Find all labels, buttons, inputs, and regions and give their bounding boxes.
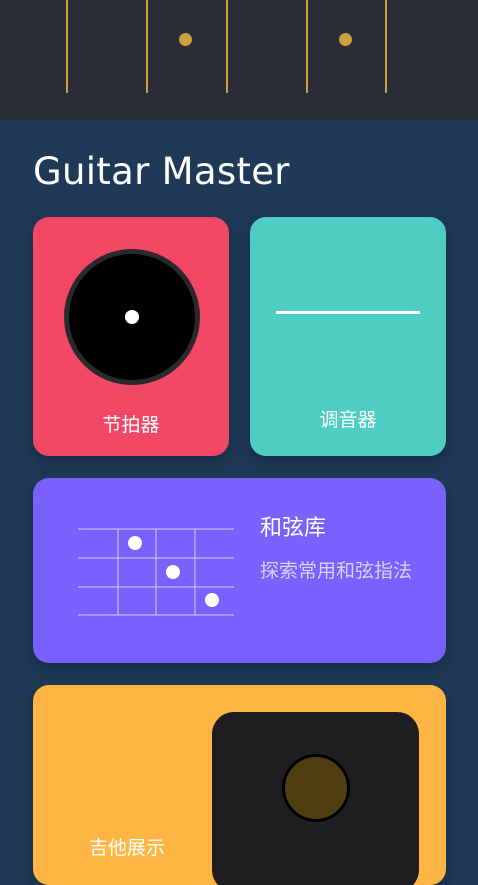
metronome-indicator-dot	[125, 310, 139, 324]
tuner-label: 调音器	[319, 409, 377, 431]
metronome-card[interactable]: 节拍器	[33, 217, 229, 456]
guitar-showcase-label: 吉他展示	[89, 837, 166, 859]
fret-line	[306, 0, 308, 93]
tuner-line-icon	[276, 311, 420, 314]
metronome-label: 节拍器	[102, 414, 160, 436]
guitar-showcase-card[interactable]: 吉他展示	[33, 685, 446, 885]
fretboard-header	[0, 0, 478, 120]
chord-diagram-icon	[78, 528, 234, 616]
guitar-soundhole	[282, 754, 350, 822]
guitar-body-icon	[212, 712, 419, 885]
chord-library-subtitle: 探索常用和弦指法	[260, 560, 413, 582]
app-title: Guitar Master	[33, 150, 290, 193]
fret-inlay-dot	[339, 33, 352, 46]
fret-line	[385, 0, 387, 93]
fret-line	[66, 0, 68, 93]
fret-line	[146, 0, 148, 93]
metronome-dial-icon	[64, 249, 200, 385]
chord-library-card[interactable]: 和弦库 探索常用和弦指法	[33, 478, 446, 663]
tuner-card[interactable]: 调音器	[250, 217, 446, 456]
fret-inlay-dot	[179, 33, 192, 46]
chord-library-title: 和弦库	[260, 516, 327, 541]
fret-line	[226, 0, 228, 93]
